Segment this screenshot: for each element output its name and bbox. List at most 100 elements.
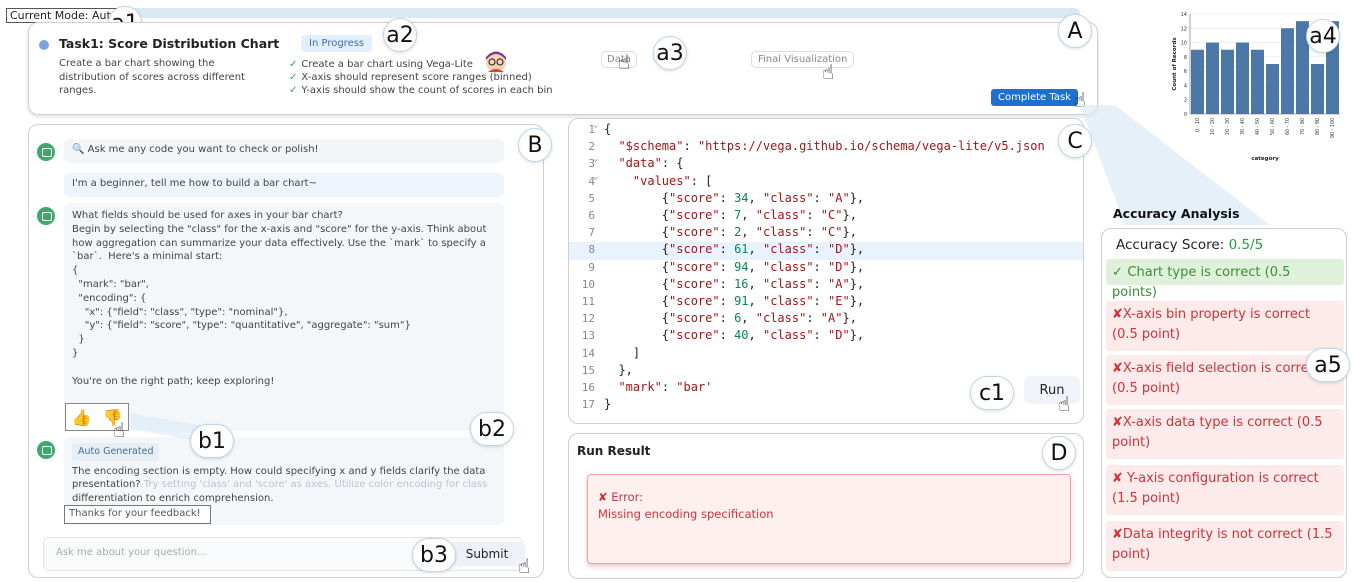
line-number: 14 bbox=[581, 346, 595, 360]
code-string: "A" bbox=[828, 190, 850, 205]
code-punct: } bbox=[604, 397, 612, 412]
thumbs-up-icon[interactable]: 👍 bbox=[72, 408, 92, 427]
code-string: "score" bbox=[669, 276, 720, 291]
task-title: Task1: Score Distribution Chart bbox=[59, 36, 280, 51]
accuracy-item: ✘ Y-axis configuration is correct (1.5 p… bbox=[1106, 465, 1344, 515]
line-number: 12 bbox=[581, 312, 595, 326]
tab-final-visualization[interactable]: Final Visualization bbox=[751, 51, 855, 68]
fold-chevron-icon[interactable]: ⌄ bbox=[593, 172, 598, 182]
code-punct: { bbox=[604, 311, 670, 326]
submit-button[interactable]: Submit bbox=[449, 542, 525, 566]
pointer-hand-icon: ☝ bbox=[618, 50, 631, 74]
code-string: "score" bbox=[669, 208, 720, 222]
callout-b1: b1 bbox=[190, 424, 234, 458]
code-punct: : bbox=[806, 225, 821, 240]
run-result-title: Run Result bbox=[577, 444, 651, 458]
code-punct: , bbox=[748, 328, 763, 343]
code-text: "$schema": "https://vega.github.io/schem… bbox=[604, 139, 1044, 154]
checklist-item: ✓ X-axis should represent score ranges (b… bbox=[289, 72, 532, 83]
line-number: 17 bbox=[581, 398, 595, 412]
code-number: 16 bbox=[734, 276, 749, 291]
error-box: ✘ Error: Missing encoding specification bbox=[587, 474, 1071, 564]
code-number: 40 bbox=[734, 328, 749, 343]
code-string: "score" bbox=[669, 190, 720, 205]
code-punct: { bbox=[604, 190, 670, 205]
code-string: "score" bbox=[669, 294, 720, 308]
fold-chevron-icon[interactable]: ⌄ bbox=[593, 154, 598, 164]
code-string: "data" bbox=[618, 156, 662, 171]
code-string: "class" bbox=[762, 294, 814, 308]
code-text: {"score": 7, "class": "C"}, bbox=[604, 208, 857, 222]
complete-task-button[interactable]: Complete Task bbox=[991, 89, 1078, 106]
code-text: {"score": 16, "class": "A"}, bbox=[604, 277, 864, 291]
code-line: 3 ⌄ "data": { bbox=[569, 154, 1083, 173]
code-punct bbox=[604, 380, 618, 394]
code-line: 6 {"score": 7, "class": "C"}, bbox=[569, 208, 1083, 225]
bot-avatar-icon bbox=[37, 441, 55, 459]
code-string: "A" bbox=[820, 311, 843, 326]
accuracy-score: Accuracy Score: 0.5/5 bbox=[1116, 237, 1264, 253]
line-number: 16 bbox=[581, 381, 595, 394]
code-string: "class" bbox=[762, 328, 814, 343]
code-string: "$schema" bbox=[618, 139, 684, 154]
code-punct: }, bbox=[849, 328, 865, 343]
chart-x-tick: 70 - 80 bbox=[1300, 118, 1306, 135]
line-number: 5 bbox=[588, 191, 595, 205]
callout-B: B bbox=[518, 128, 552, 162]
code-punct bbox=[604, 139, 618, 153]
code-string: "values" bbox=[632, 173, 691, 188]
chart-y-tick: 14 bbox=[1181, 12, 1187, 18]
code-punct: : bbox=[813, 259, 828, 274]
code-text: } bbox=[604, 397, 611, 411]
line-number: 6 bbox=[588, 209, 595, 222]
chart-y-label: Count of Records bbox=[1172, 37, 1178, 91]
code-line: 1 ⌄{ bbox=[569, 120, 1083, 139]
check-icon: ✓ bbox=[1112, 265, 1128, 280]
code-text: {"score": 40, "class": "D"}, bbox=[604, 328, 864, 342]
code-punct: : bbox=[813, 190, 828, 205]
code-line: 13 {"score": 40, "class": "D"}, bbox=[569, 328, 1083, 345]
code-punct bbox=[604, 174, 633, 188]
accuracy-title: Accuracy Analysis bbox=[1113, 206, 1240, 221]
code-text: {"score": 34, "class": "A"}, bbox=[604, 191, 864, 205]
chart-x-tick: 80 - 90 bbox=[1315, 118, 1321, 135]
x-icon: ✘ bbox=[598, 490, 608, 504]
chart-bar bbox=[1281, 28, 1294, 115]
task-description: Create a bar chart showing the distribut… bbox=[59, 58, 245, 96]
chart-bar bbox=[1311, 64, 1324, 114]
code-text: {"score": 61, "class": "D"}, bbox=[604, 242, 864, 256]
code-text: {"score": 2, "class": "C"}, bbox=[604, 225, 857, 239]
mode-label: Current Mode: Auto bbox=[6, 8, 122, 23]
code-punct: }, bbox=[849, 259, 865, 274]
code-line: 9 {"score": 94, "class": "D"}, bbox=[569, 260, 1083, 277]
user-avatar bbox=[486, 51, 506, 72]
checklist-item: ✓ Create a bar chart using Vega-Lite bbox=[289, 59, 473, 70]
code-punct: : bbox=[719, 276, 735, 291]
code-string: "D" bbox=[828, 259, 850, 274]
code-punct: }, bbox=[604, 362, 633, 377]
accuracy-item-text: Chart type is correct (0.5 points) bbox=[1112, 265, 1291, 300]
code-string: "D" bbox=[828, 242, 850, 257]
code-number: 94 bbox=[734, 259, 749, 274]
code-string: "mark" bbox=[618, 380, 662, 394]
code-punct: : bbox=[719, 294, 735, 308]
code-punct: { bbox=[604, 259, 670, 274]
auto-generated-badge: Auto Generated bbox=[72, 443, 160, 461]
code-punct: : { bbox=[661, 156, 684, 171]
accuracy-item-text: Y-axis configuration is correct (1.5 poi… bbox=[1112, 471, 1319, 506]
bot-avatar-icon bbox=[37, 143, 55, 161]
code-punct: : bbox=[719, 225, 735, 240]
pointer-hand-icon: ☝ bbox=[822, 60, 835, 84]
code-string: "score" bbox=[669, 328, 720, 343]
search-input[interactable]: 🔍 Ask me any code you want to check or p… bbox=[64, 139, 504, 163]
code-line: 15 }, bbox=[569, 363, 1083, 380]
fold-chevron-icon[interactable]: ⌄ bbox=[593, 120, 598, 130]
code-punct bbox=[604, 156, 618, 170]
status-badge: In Progress bbox=[301, 35, 373, 52]
accuracy-item-text: X-axis bin property is correct (0.5 poin… bbox=[1112, 307, 1311, 342]
accuracy-item: ✘Data integrity is not correct (1.5 poin… bbox=[1106, 521, 1344, 571]
x-icon: ✘ bbox=[1112, 527, 1123, 542]
run-button[interactable]: Run bbox=[1024, 376, 1080, 404]
callout-b3: b3 bbox=[412, 538, 456, 572]
error-label-row: ✘ Error: bbox=[598, 490, 644, 504]
